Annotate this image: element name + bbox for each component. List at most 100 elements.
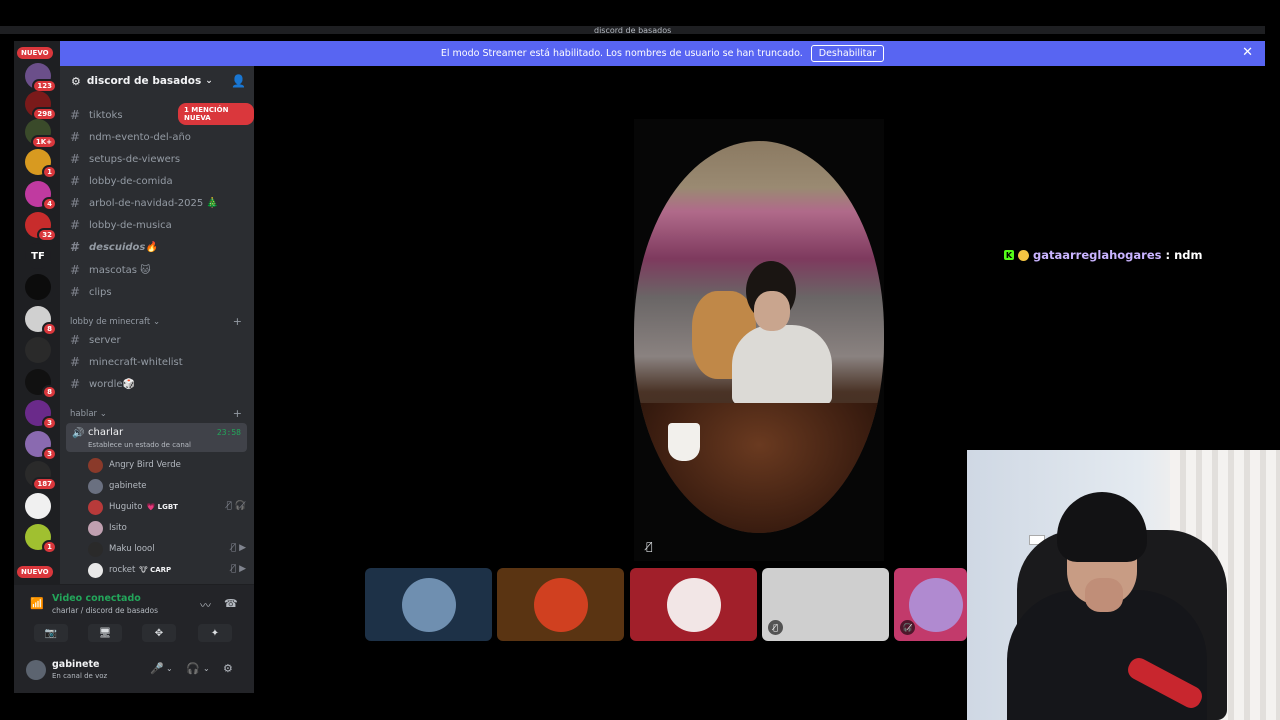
guild-icon: ⚙: [71, 74, 81, 88]
server-icon-11[interactable]: 3: [25, 400, 57, 430]
user-tag: 🐮 CARP: [139, 566, 172, 574]
avatar[interactable]: [26, 660, 46, 680]
category-minecraft[interactable]: lobby de minecraft ⌄: [70, 317, 160, 327]
user-tag: 💗 LGBT: [146, 503, 178, 511]
streamer-webcam: [967, 450, 1280, 720]
hash-icon: #: [70, 263, 81, 277]
mute-video-icons: 🎙̸ ▶: [230, 564, 246, 574]
hash-icon: #: [70, 130, 81, 144]
server-icon-10[interactable]: 8: [25, 369, 57, 399]
microphone-icon[interactable]: 🎤: [150, 662, 164, 675]
invite-people-icon[interactable]: 👤: [231, 74, 246, 88]
activities-button[interactable]: ✥: [142, 624, 176, 642]
signal-icon[interactable]: 📶: [30, 597, 44, 610]
channel-minecraft-whitelist[interactable]: # minecraft-whitelist: [70, 352, 183, 372]
video-tile-3[interactable]: [630, 568, 757, 641]
video-tile-4[interactable]: 🎙̸: [762, 568, 889, 641]
server-icon-13[interactable]: 187: [25, 461, 57, 491]
server-icon-1[interactable]: 123: [25, 63, 57, 93]
new-pill-top[interactable]: NUEVO: [17, 47, 53, 59]
hash-icon: #: [70, 174, 81, 188]
voice-status[interactable]: Video conectado: [52, 593, 141, 604]
streamer-mode-banner: El modo Streamer está habilitado. Los no…: [60, 41, 1265, 66]
channel-arbol-navidad[interactable]: # arbol-de-navidad-2025 🎄: [70, 193, 219, 213]
channel-mascotas[interactable]: # mascotas 🐱: [70, 260, 151, 280]
share-screen-button[interactable]: 🖥: [88, 624, 122, 642]
avatar: [88, 478, 103, 494]
server-icon-12[interactable]: 3: [25, 431, 57, 461]
disconnect-icon[interactable]: ☎: [224, 597, 238, 610]
chevron-down-icon[interactable]: ⌄: [203, 664, 210, 673]
chevron-down-icon[interactable]: ⌄: [166, 664, 173, 673]
voice-user[interactable]: Angry Bird Verde: [88, 456, 181, 474]
channel-wordle[interactable]: # wordle🎲: [70, 374, 135, 394]
avatar: [88, 562, 103, 578]
channel-server[interactable]: # server: [70, 330, 121, 350]
chat-separator: :: [1165, 248, 1171, 262]
voice-timer: 23:58: [216, 428, 241, 437]
mute-video-icons: 🎙̸ ▶: [230, 543, 246, 553]
server-icon-tf[interactable]: TF: [25, 243, 51, 269]
avatar: [666, 577, 721, 632]
user-name[interactable]: gabinete: [52, 659, 99, 670]
server-icon-8[interactable]: 8: [25, 306, 57, 336]
channel-descuidos[interactable]: # descuidos🔥: [70, 237, 158, 257]
hash-icon: #: [70, 285, 81, 299]
add-voice-channel-icon[interactable]: +: [233, 407, 242, 420]
voice-user[interactable]: rocket 🐮 CARP: [88, 561, 171, 579]
voice-user[interactable]: Isito: [88, 519, 127, 537]
hash-icon: #: [70, 152, 81, 166]
category-hablar[interactable]: hablar ⌄: [70, 409, 107, 419]
voice-user[interactable]: Huguito 💗 LGBT: [88, 498, 178, 516]
new-pill-bottom[interactable]: NUEVO: [17, 566, 53, 578]
server-icon-3[interactable]: 1K+: [25, 119, 57, 149]
channel-status-hint[interactable]: Establece un estado de canal: [88, 441, 191, 449]
screen: discord de basados NUEVO 123 298 1K+ 1 4…: [0, 0, 1280, 720]
close-icon[interactable]: ✕: [1242, 45, 1253, 60]
channel-lobby-musica[interactable]: # lobby-de-musica: [70, 215, 172, 235]
focused-video-tile[interactable]: 🎙̸: [634, 119, 884, 561]
voice-user[interactable]: gabinete: [88, 477, 147, 495]
banner-text: El modo Streamer está habilitado. Los no…: [440, 48, 803, 59]
window-title: discord de basados: [594, 26, 672, 35]
avatar: [88, 499, 103, 515]
server-icon-9[interactable]: [25, 337, 51, 363]
toggle-camera-button[interactable]: 📷: [34, 624, 68, 642]
add-channel-icon[interactable]: +: [233, 315, 242, 328]
camera-feed: [634, 141, 884, 533]
noise-suppression-icon[interactable]: 〰: [200, 597, 211, 613]
video-tile-1[interactable]: [365, 568, 492, 641]
disable-streamer-button[interactable]: Deshabilitar: [810, 45, 885, 62]
server-icon-6[interactable]: 32: [25, 212, 57, 242]
hash-icon: #: [70, 355, 81, 369]
speaker-icon: 🔊: [72, 428, 85, 439]
server-icon-14[interactable]: [25, 493, 51, 519]
channel-ndm-evento[interactable]: # ndm-evento-del-año: [70, 127, 191, 147]
user-panel: gabinete En canal de voz 🎤 ⌄ 🎧 ⌄ ⚙: [14, 650, 254, 693]
server-icon-7[interactable]: [25, 274, 51, 300]
headphones-icon[interactable]: 🎧: [186, 662, 200, 675]
hash-icon: #: [70, 333, 81, 347]
channel-setups[interactable]: # setups-de-viewers: [70, 149, 180, 169]
server-icon-4[interactable]: 1: [25, 149, 57, 179]
channel-tiktoks[interactable]: # tiktoks: [70, 105, 123, 125]
gear-icon[interactable]: ⚙: [223, 662, 233, 675]
channel-clips[interactable]: # clips: [70, 282, 112, 302]
server-icon-2[interactable]: 298: [25, 91, 57, 121]
avatar: [909, 577, 963, 632]
channel-lobby-comida[interactable]: # lobby-de-comida: [70, 171, 173, 191]
new-mention-pill[interactable]: 1 MENCIÓN NUEVA: [178, 103, 254, 125]
server-icon-5[interactable]: 4: [25, 181, 57, 211]
video-tile-2[interactable]: [497, 568, 624, 641]
chevron-down-icon: ⌄: [152, 317, 161, 327]
voice-user[interactable]: Maku loool: [88, 540, 155, 558]
voice-channel-charlar[interactable]: 🔊 charlar Establece un estado de canal 2…: [66, 423, 247, 452]
guild-header[interactable]: ⚙ discord de basados ⌄ 👤: [60, 66, 254, 96]
avatar: [401, 577, 456, 632]
avatar: [88, 520, 103, 536]
hash-icon: #: [70, 377, 81, 391]
video-tile-5[interactable]: 🎧̸: [894, 568, 967, 641]
server-icon-15[interactable]: 1: [25, 524, 57, 554]
voice-location[interactable]: charlar / discord de basados: [52, 606, 158, 615]
soundboard-button[interactable]: ✦: [198, 624, 232, 642]
